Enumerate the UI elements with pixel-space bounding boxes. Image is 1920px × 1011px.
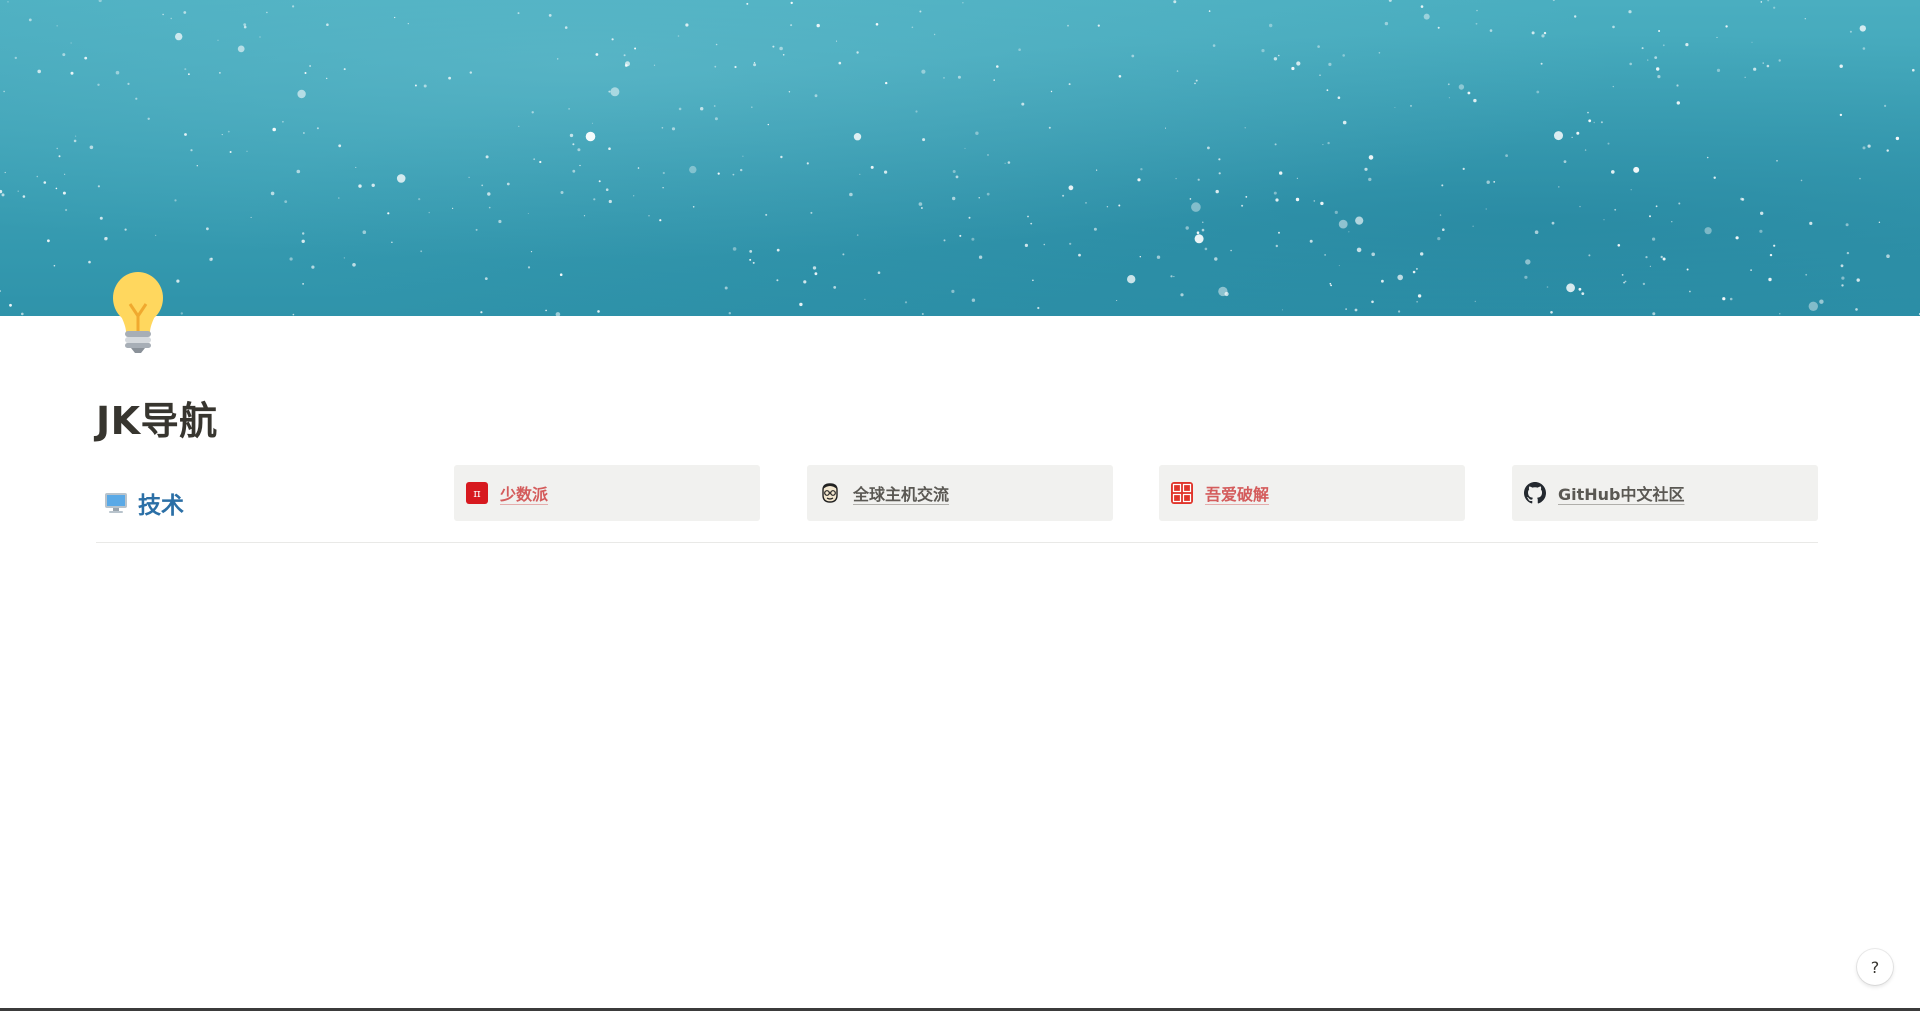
desktop-computer-icon — [105, 493, 127, 513]
page-title: JK导航 — [96, 399, 218, 443]
sspai-logo-icon: π — [466, 482, 488, 504]
cover-image[interactable] — [0, 0, 1920, 316]
link-card-hostloc[interactable]: 全球主机交流 — [807, 465, 1113, 521]
link-card-github-cn[interactable]: GitHub中文社区 — [1512, 465, 1818, 521]
svg-text:π: π — [473, 487, 480, 500]
link-label-github-cn[interactable]: GitHub中文社区 — [1558, 481, 1685, 505]
section-heading: 技术 — [104, 486, 184, 520]
section-title: 技术 — [138, 493, 184, 519]
hostloc-avatar-icon — [822, 483, 838, 503]
link-label-hostloc[interactable]: 全球主机交流 — [853, 481, 949, 505]
52pojie-logo-icon — [1171, 482, 1193, 504]
link-card-52pojie[interactable]: 吾爱破解 — [1159, 465, 1465, 521]
github-icon — [1524, 482, 1546, 504]
link-label-52pojie[interactable]: 吾爱破解 — [1205, 481, 1269, 505]
help-button[interactable]: ? — [1857, 949, 1893, 985]
light-bulb-icon[interactable] — [104, 268, 172, 354]
section-tech: 技术 π 少数派 全球主机交流 吾爱破解 GitHub中文社区 — [96, 464, 1818, 543]
link-card-sspai[interactable]: π 少数派 — [454, 465, 760, 521]
cover-speckles — [0, 0, 1920, 316]
page: JK导航 技术 π 少数派 全球主机交流 吾爱破解 GitHub中文社区 ? — [0, 0, 1920, 1011]
link-label-sspai[interactable]: 少数派 — [500, 481, 548, 505]
